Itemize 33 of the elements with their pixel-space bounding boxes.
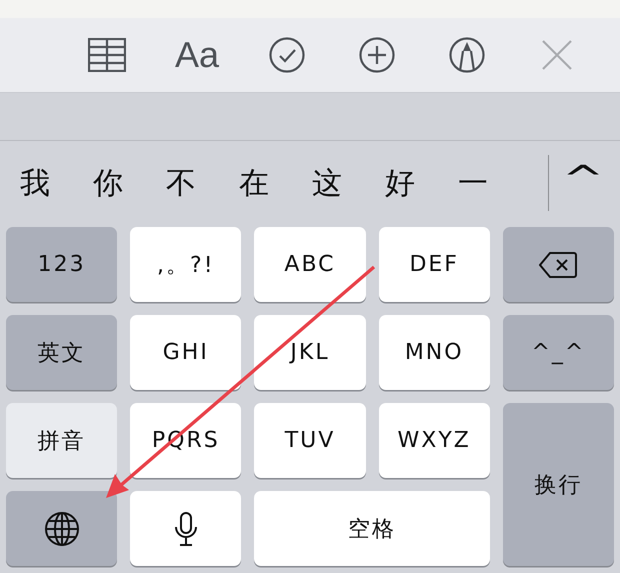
- backspace-key[interactable]: [502, 227, 614, 302]
- plus-circle-icon[interactable]: [359, 37, 395, 73]
- candidate-word[interactable]: 我: [20, 159, 93, 204]
- space-key[interactable]: 空格: [254, 491, 490, 566]
- text-format-button[interactable]: Aa: [174, 34, 220, 76]
- function-key[interactable]: ^_^: [502, 315, 614, 390]
- candidate-word[interactable]: 不: [166, 159, 239, 204]
- candidate-word[interactable]: 一: [458, 159, 531, 204]
- return-key[interactable]: 换行: [502, 403, 614, 566]
- candidate-word[interactable]: 这: [312, 159, 385, 204]
- letter-key[interactable]: ABC: [254, 227, 366, 302]
- candidate-word[interactable]: 在: [239, 159, 312, 204]
- letter-key[interactable]: JKL: [254, 315, 366, 390]
- candidate-word[interactable]: 好: [385, 159, 458, 204]
- candidate-word[interactable]: 你: [93, 159, 166, 204]
- function-key[interactable]: 拼音: [6, 403, 118, 478]
- checkmark-circle-icon[interactable]: [269, 37, 305, 73]
- globe-key[interactable]: [6, 491, 118, 566]
- letter-key[interactable]: TUV: [254, 403, 366, 478]
- globe-icon: [44, 510, 80, 546]
- expand-candidates-button[interactable]: ^: [562, 159, 604, 200]
- table-icon[interactable]: [88, 38, 126, 72]
- backspace-icon: [539, 252, 578, 278]
- letter-key[interactable]: MNO: [378, 315, 490, 390]
- letter-key[interactable]: GHI: [130, 315, 242, 390]
- function-key[interactable]: 123: [6, 227, 118, 302]
- function-key[interactable]: 英文: [6, 315, 118, 390]
- letter-key[interactable]: DEF: [378, 227, 490, 302]
- microphone-key[interactable]: [130, 491, 242, 566]
- letter-key[interactable]: WXYZ: [378, 403, 490, 478]
- letter-key[interactable]: ,。?!: [130, 227, 242, 302]
- microphone-icon: [174, 512, 198, 546]
- pen-circle-icon[interactable]: [449, 37, 485, 73]
